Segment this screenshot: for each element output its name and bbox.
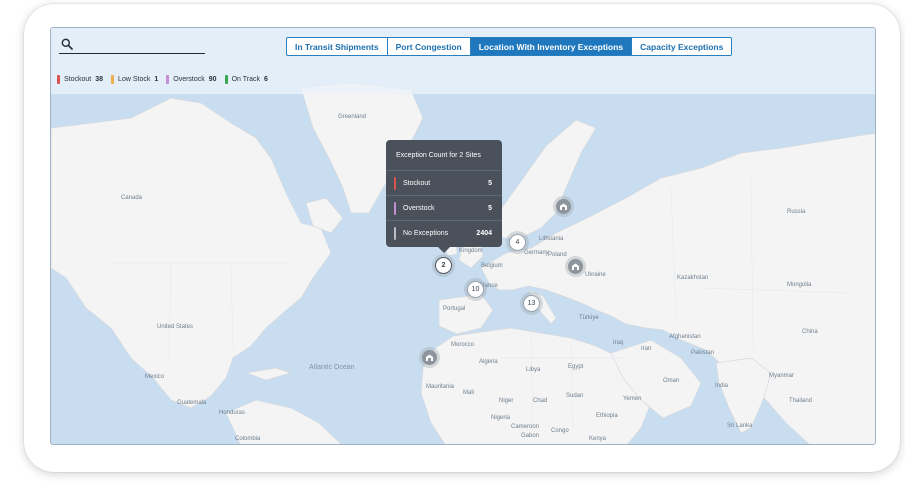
tooltip-row-value: 5: [488, 179, 492, 187]
map-label-yemen: Yemen: [623, 396, 642, 402]
map-label-myanmar: Myanmar: [769, 373, 795, 379]
map-label-mauritania: Mauritania: [426, 384, 455, 390]
no-exceptions-indicator: [394, 226, 396, 240]
tooltip-row-no-exceptions: No Exceptions 2404: [386, 220, 502, 245]
tooltip-row-overstock: Overstock 5: [386, 195, 502, 220]
map-label-egypt: Egypt: [568, 364, 584, 370]
tooltip-row-label: Overstock: [403, 204, 435, 212]
on-track-swatch: [224, 75, 228, 84]
map-label-nigeria: Nigeria: [491, 415, 511, 421]
legend-label: Stockout: [64, 76, 92, 83]
map-label-mali: Mali: [463, 390, 475, 396]
map-label-guatemala: Guatemala: [177, 400, 207, 406]
map-label-cameroon: Cameroon: [511, 424, 540, 430]
search-input[interactable]: [79, 38, 203, 53]
map-label-kenya: Kenya: [589, 436, 607, 442]
legend-label: On Track: [231, 76, 260, 83]
legend-label: Overstock: [173, 76, 205, 83]
warehouse-icon: [426, 354, 433, 361]
site-marker[interactable]: [556, 199, 571, 214]
map-label-ethiopia: Ethiopia: [596, 413, 618, 419]
search-box[interactable]: [59, 38, 205, 54]
stockout-swatch: [57, 75, 60, 84]
map-label-portugal: Portugal: [443, 306, 466, 312]
map-label-morocco: Morocco: [451, 342, 475, 348]
map-label-congo: Congo: [551, 428, 569, 434]
map-label-thailand: Thailand: [789, 398, 813, 404]
overstock-swatch: [166, 75, 170, 84]
tooltip-row-label: No Exceptions: [403, 229, 449, 237]
map-label-libya: Libya: [526, 367, 541, 373]
tooltip-title: Exception Count for 2 Sites: [396, 151, 481, 159]
tooltip-row-value: 5: [488, 204, 492, 212]
map-label-sudan: Sudan: [566, 393, 584, 399]
map-label-turkiye: Türkiye: [579, 315, 599, 321]
tab-capacity-exceptions[interactable]: Capacity Exceptions: [632, 38, 731, 55]
warehouse-icon: [572, 263, 579, 270]
tooltip-row-value: 2404: [476, 229, 492, 237]
cluster-marker[interactable]: 2: [435, 257, 452, 274]
warehouse-icon: [560, 203, 567, 210]
map-label-afghanistan: Afghanistan: [669, 334, 701, 340]
map-label-honduras: Honduras: [219, 410, 246, 416]
map-label-china: China: [802, 329, 818, 335]
map-label-ukraine: Ukraine: [585, 272, 606, 278]
map-label-atlantic-ocean: Atlantic Ocean: [309, 364, 355, 371]
legend-item-on-track[interactable]: On Track 6: [224, 75, 268, 84]
map-label-belgium: Belgium: [481, 263, 503, 269]
map-label-greenland: Greenland: [338, 114, 367, 120]
legend-item-low-stock[interactable]: Low Stock 1: [111, 75, 158, 84]
map-label-algeria: Algeria: [479, 359, 498, 365]
map-label-poland: Poland: [548, 252, 567, 258]
site-marker[interactable]: [568, 259, 583, 274]
map-label-gabon: Gabon: [521, 433, 540, 439]
tooltip-row-label: Stockout: [403, 179, 431, 187]
map-label-canada: Canada: [121, 195, 143, 201]
map-label-pakistan: Pakistan: [691, 350, 715, 356]
map-label-sri-lanka: Sri Lanka: [727, 423, 753, 429]
map-label-iraq: Iraq: [613, 340, 624, 346]
tooltip-row-stockout: Stockout 5: [386, 170, 502, 195]
map-label-lithuania: Lithuania: [539, 236, 564, 242]
map-label-colombia: Colombia: [235, 436, 261, 442]
legend-count: 90: [208, 76, 217, 83]
map-label-kingdom: Kingdom: [459, 248, 483, 254]
cluster-marker[interactable]: 13: [523, 295, 540, 312]
cluster-marker[interactable]: 10: [467, 281, 484, 298]
cluster-marker[interactable]: 4: [509, 234, 526, 251]
legend-label: Low Stock: [118, 76, 151, 83]
map-label-chad: Chad: [533, 398, 548, 404]
map-label-mexico: Mexico: [145, 374, 165, 380]
map-label-kazakhstan: Kazakhstan: [677, 275, 709, 281]
low-stock-swatch: [111, 75, 115, 84]
view-tabs: In Transit Shipments Port Congestion Loc…: [286, 37, 733, 56]
map-label-iran: Iran: [641, 346, 652, 352]
legend-count: 1: [154, 76, 159, 83]
exception-tooltip: Exception Count for 2 Sites Stockout 5 O…: [386, 140, 502, 253]
tab-port-congestion[interactable]: Port Congestion: [388, 38, 471, 55]
map-label-germany: Germany: [524, 250, 549, 256]
map-view[interactable]: In Transit Shipments Port Congestion Loc…: [50, 27, 876, 445]
map-label-niger: Niger: [499, 398, 514, 404]
site-marker[interactable]: [422, 350, 437, 365]
legend-item-overstock[interactable]: Overstock 90: [166, 75, 217, 84]
map-label-united-states: United States: [157, 324, 194, 330]
overstock-indicator: [394, 201, 396, 215]
status-legend: Stockout 38 Low Stock 1 Overstock 90 On …: [57, 75, 276, 84]
search-icon[interactable]: [61, 38, 73, 50]
legend-count: 38: [95, 76, 104, 83]
map-label-russia: Russia: [787, 209, 806, 215]
map-label-india: India: [715, 383, 729, 389]
stockout-indicator: [394, 176, 396, 190]
map-label-oman: Oman: [663, 378, 680, 384]
tab-location-with-inventory-exceptions[interactable]: Location With Inventory Exceptions: [470, 38, 633, 55]
legend-count: 6: [263, 76, 268, 83]
legend-item-stockout[interactable]: Stockout 38: [57, 75, 103, 84]
map-label-mongolia: Mongolia: [787, 282, 812, 288]
tab-in-transit-shipments[interactable]: In Transit Shipments: [287, 38, 388, 55]
